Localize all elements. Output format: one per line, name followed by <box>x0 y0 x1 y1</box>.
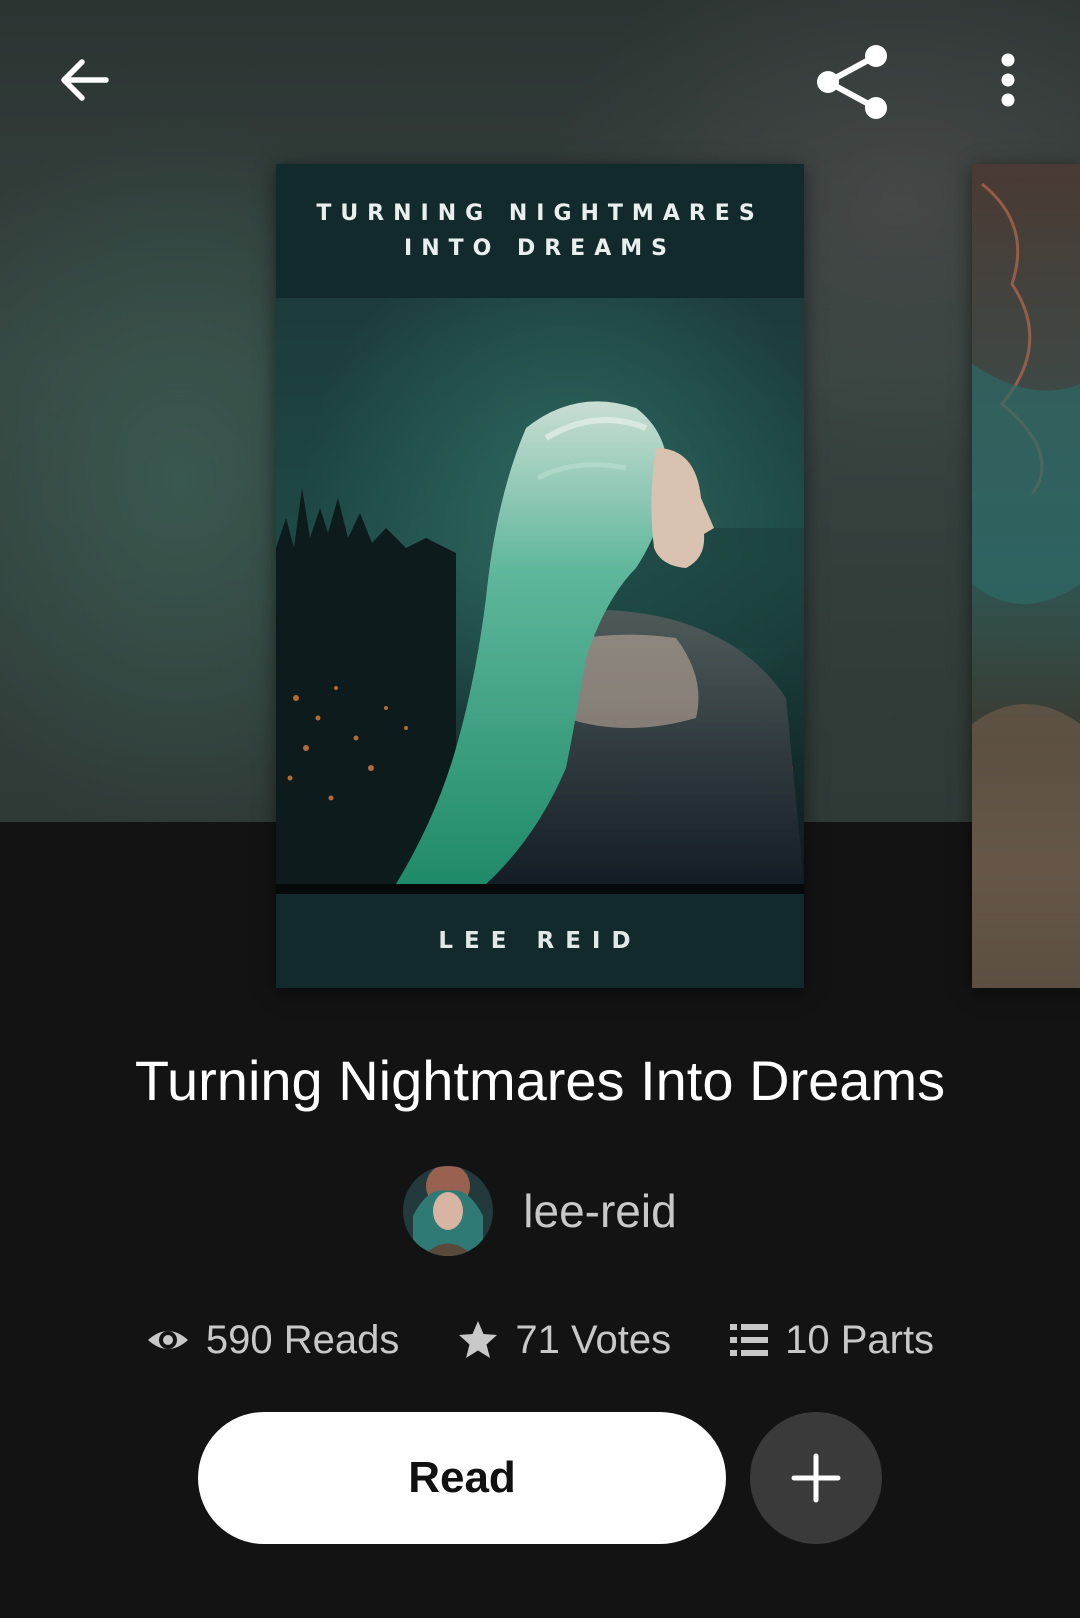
cover-author-band: LEE REID <box>276 894 804 988</box>
back-button[interactable] <box>44 40 124 120</box>
cover-divider <box>276 884 804 894</box>
cover-illustration <box>276 298 804 884</box>
more-options-button[interactable] <box>978 40 1038 120</box>
share-button[interactable] <box>806 36 898 128</box>
next-book-cover[interactable] <box>972 164 1080 988</box>
eye-icon <box>147 1331 188 1349</box>
story-details-screen: TURNING NIGHTMARES INTO DREAMS LEE REID … <box>0 0 1080 1618</box>
votes-stat: 71 Votes <box>457 1318 671 1363</box>
star-icon <box>459 1321 498 1358</box>
cover-title-line-1: TURNING NIGHTMARES <box>316 201 764 226</box>
top-app-bar <box>0 0 1080 160</box>
author-username: lee-reid <box>523 1185 677 1237</box>
next-cover-illustration <box>972 182 1080 988</box>
arrow-left-icon <box>61 59 109 101</box>
share-icon <box>817 45 887 119</box>
list-icon <box>730 1324 769 1356</box>
cover-author-text: LEE REID <box>438 928 642 954</box>
parts-count: 10 Parts <box>785 1317 935 1362</box>
book-cover[interactable]: TURNING NIGHTMARES INTO DREAMS LEE REID <box>276 164 804 988</box>
book-title: Turning Nightmares Into Dreams <box>134 1049 946 1112</box>
parts-stat: 10 Parts <box>729 1318 934 1363</box>
avatar <box>403 1166 494 1256</box>
reads-count: 590 Reads <box>205 1317 400 1362</box>
more-vertical-icon <box>1001 53 1015 107</box>
story-stats: 590 Reads 71 Votes 10 Parts <box>0 1310 1080 1370</box>
votes-count: 71 Votes <box>515 1317 672 1362</box>
author-link[interactable]: lee-reid <box>0 1164 1080 1258</box>
plus-icon <box>791 1453 841 1503</box>
cover-title-band: TURNING NIGHTMARES INTO DREAMS <box>276 164 804 298</box>
reads-stat: 590 Reads <box>146 1318 399 1363</box>
cover-title-line-2: INTO DREAMS <box>404 236 676 261</box>
read-button[interactable]: Read <box>198 1412 726 1544</box>
add-to-library-button[interactable] <box>750 1412 882 1544</box>
